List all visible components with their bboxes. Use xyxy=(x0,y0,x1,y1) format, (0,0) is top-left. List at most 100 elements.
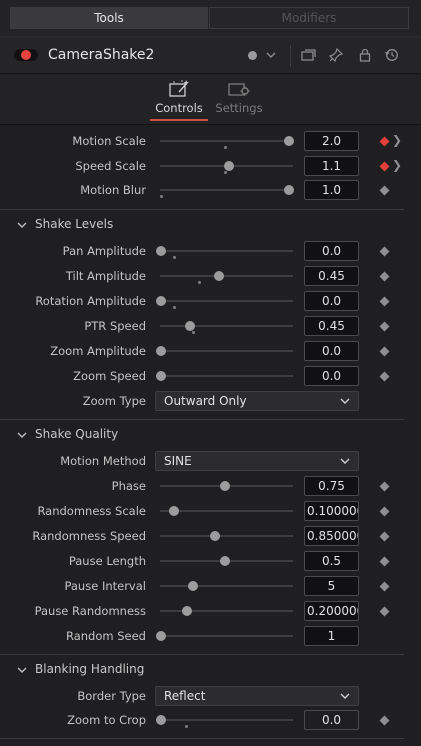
tilt-amplitude-input[interactable]: 0.45 xyxy=(304,266,359,286)
keyframe-icon[interactable] xyxy=(379,136,390,147)
chevron-right-icon[interactable]: ❯ xyxy=(392,158,402,172)
randomness-scale-slider-handle[interactable] xyxy=(168,506,179,516)
rotation-amplitude-slider[interactable] xyxy=(160,300,293,302)
pause-interval-slider-handle[interactable] xyxy=(188,581,198,591)
phase-input[interactable]: 0.75 xyxy=(304,476,359,496)
randomness-speed-slider[interactable] xyxy=(160,535,293,537)
tab-controls-label: Controls xyxy=(155,101,203,115)
keyframe-icon[interactable] xyxy=(379,531,390,542)
section-shake-quality[interactable]: Shake Quality xyxy=(0,423,405,447)
zoom-amplitude-input[interactable]: 0.0 xyxy=(304,341,359,361)
section-blanking-handling[interactable]: Blanking Handling xyxy=(0,658,405,682)
random-seed-input[interactable]: 1 xyxy=(304,626,359,646)
pin-icon[interactable] xyxy=(327,46,345,64)
keyframe-icon[interactable] xyxy=(379,506,390,517)
zoom-to-crop-label: Zoom to Crop xyxy=(67,713,146,727)
pause-length-slider-handle[interactable] xyxy=(220,556,230,566)
pan-amplitude-slider[interactable] xyxy=(160,250,293,252)
pause-randomness-slider[interactable] xyxy=(160,610,293,612)
pause-length-input[interactable]: 0.5 xyxy=(304,551,359,571)
zoom-to-crop-slider[interactable] xyxy=(160,719,293,721)
motion-method-value: SINE xyxy=(164,454,192,468)
tab-controls[interactable]: Controls xyxy=(150,75,208,125)
randomness-scale-input[interactable]: 0.100000 xyxy=(304,501,359,521)
keyframe-icon[interactable] xyxy=(379,161,390,172)
node-color-dot[interactable] xyxy=(248,51,257,60)
tab-settings[interactable]: Settings xyxy=(212,75,266,125)
scrollbar[interactable] xyxy=(413,126,421,746)
zoom-speed-slider-handle[interactable] xyxy=(156,371,166,381)
keyframe-icon[interactable] xyxy=(379,556,390,567)
tab-modifiers[interactable]: Modifiers xyxy=(209,7,409,29)
tilt-amplitude-slider-handle[interactable] xyxy=(213,271,224,281)
node-enable-toggle[interactable] xyxy=(14,49,38,61)
zoom-amplitude-slider[interactable] xyxy=(160,350,293,352)
keyframe-icon[interactable] xyxy=(379,346,390,357)
ptr-speed-input[interactable]: 0.45 xyxy=(304,316,359,336)
tab-tools[interactable]: Tools xyxy=(10,7,208,29)
row-motion-blur: Motion Blur 1.0 xyxy=(0,179,405,201)
zoom-type-dropdown[interactable]: Outward Only xyxy=(155,391,359,411)
rotation-amplitude-input[interactable]: 0.0 xyxy=(304,291,359,311)
section-divider xyxy=(0,419,404,420)
section-shake-levels[interactable]: Shake Levels xyxy=(0,213,405,237)
keyframe-icon[interactable] xyxy=(379,606,390,617)
motion-blur-label: Motion Blur xyxy=(80,183,146,197)
pan-amplitude-slider-handle[interactable] xyxy=(156,246,166,256)
motion-method-dropdown[interactable]: SINE xyxy=(155,451,359,471)
pause-randomness-input[interactable]: 0.200000 xyxy=(304,601,359,621)
motion-blur-input[interactable]: 1.0 xyxy=(304,180,359,200)
rotation-amplitude-slider-handle[interactable] xyxy=(156,296,166,306)
keyframe-icon[interactable] xyxy=(379,296,390,307)
random-seed-slider[interactable] xyxy=(160,635,293,637)
randomness-scale-slider[interactable] xyxy=(160,510,293,512)
ptr-speed-slider-handle[interactable] xyxy=(185,321,196,331)
zoom-speed-input[interactable]: 0.0 xyxy=(304,366,359,386)
chevron-down-icon[interactable] xyxy=(262,46,280,64)
row-ptr-speed: PTR Speed 0.45 xyxy=(0,315,405,337)
zoom-speed-slider[interactable] xyxy=(160,375,293,377)
motion-scale-input[interactable]: 2.0 xyxy=(304,131,359,151)
keyframe-icon[interactable] xyxy=(379,481,390,492)
zoom-to-crop-slider-handle[interactable] xyxy=(156,715,166,725)
phase-slider-handle[interactable] xyxy=(220,481,230,491)
keyframe-icon[interactable] xyxy=(379,715,390,726)
keyframe-icon[interactable] xyxy=(379,371,390,382)
pan-amplitude-input[interactable]: 0.0 xyxy=(304,241,359,261)
motion-blur-slider[interactable] xyxy=(160,189,293,191)
randomness-speed-input[interactable]: 0.850000 xyxy=(304,526,359,546)
zoom-amplitude-slider-handle[interactable] xyxy=(156,346,166,356)
row-random-seed: Random Seed 1 xyxy=(0,625,405,647)
speed-scale-input[interactable]: 1.1 xyxy=(304,156,359,176)
keyframe-icon[interactable] xyxy=(379,581,390,592)
keyframe-icon[interactable] xyxy=(379,271,390,282)
pause-randomness-label: Pause Randomness xyxy=(34,604,146,618)
zoom-type-label: Zoom Type xyxy=(82,394,146,408)
section-title: Blanking Handling xyxy=(35,662,145,676)
motion-scale-slider[interactable] xyxy=(160,140,293,142)
keyframe-icon[interactable] xyxy=(379,246,390,257)
zoom-to-crop-input[interactable]: 0.0 xyxy=(304,710,359,730)
chevron-right-icon[interactable]: ❯ xyxy=(392,133,402,147)
tilt-amplitude-slider[interactable] xyxy=(160,275,293,277)
lock-icon[interactable] xyxy=(356,46,374,64)
random-seed-slider-handle[interactable] xyxy=(156,631,166,641)
keyframe-icon[interactable] xyxy=(379,185,390,196)
speed-scale-slider-handle[interactable] xyxy=(223,161,234,171)
ptr-speed-slider[interactable] xyxy=(160,325,293,327)
pan-amplitude-label: Pan Amplitude xyxy=(62,244,146,258)
motion-blur-slider-handle[interactable] xyxy=(284,185,294,195)
pause-interval-input[interactable]: 5 xyxy=(304,576,359,596)
versions-icon[interactable] xyxy=(300,46,318,64)
reset-icon[interactable] xyxy=(383,46,401,64)
border-type-dropdown[interactable]: Reflect xyxy=(155,686,359,706)
row-randomness-scale: Randomness Scale 0.100000 xyxy=(0,500,405,522)
pause-randomness-slider-handle[interactable] xyxy=(181,606,192,616)
row-tilt-amplitude: Tilt Amplitude 0.45 xyxy=(0,265,405,287)
border-type-value: Reflect xyxy=(164,689,206,703)
keyframe-icon[interactable] xyxy=(379,321,390,332)
randomness-speed-slider-handle[interactable] xyxy=(209,531,220,541)
border-type-label: Border Type xyxy=(77,689,146,703)
pause-interval-slider[interactable] xyxy=(160,585,293,587)
motion-scale-slider-handle[interactable] xyxy=(284,136,294,146)
